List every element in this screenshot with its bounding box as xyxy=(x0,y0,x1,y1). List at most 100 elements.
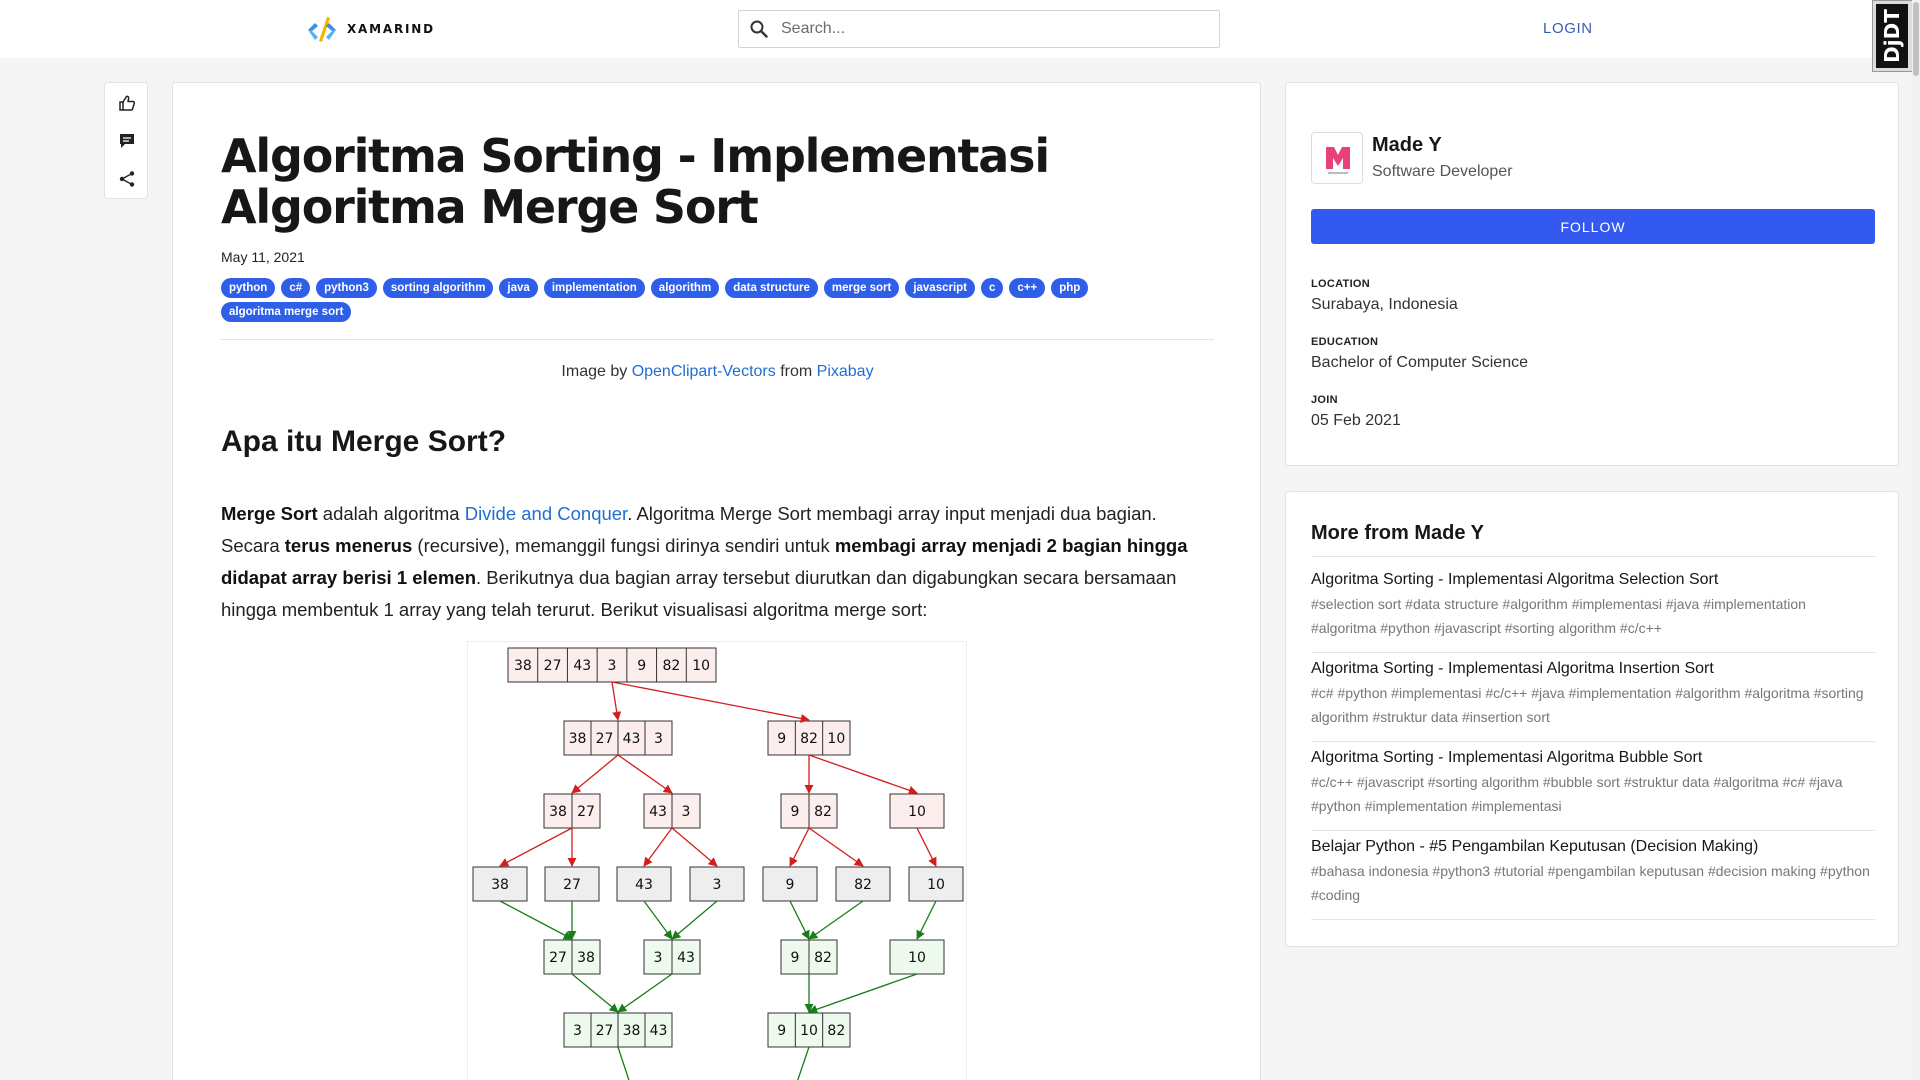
site-logo[interactable]: XAMARIND xyxy=(305,15,435,43)
page-scrollbar[interactable] xyxy=(1912,0,1920,1080)
author-name[interactable]: Made Y xyxy=(1372,134,1442,157)
diagram-array-box: 9 82 10 xyxy=(767,720,851,756)
diagram-cell-value: 38 xyxy=(623,1023,641,1039)
diagram-cell-value: 82 xyxy=(800,731,818,747)
related-post-title[interactable]: Belajar Python - #5 Pengambilan Keputusa… xyxy=(1311,835,1875,859)
tag-chip[interactable]: python3 xyxy=(316,278,377,298)
debug-toolbar-handle[interactable]: DjDT xyxy=(1872,0,1912,72)
tag-chip[interactable]: sorting algorithm xyxy=(382,278,494,298)
diagram-array-box: 38 27 xyxy=(543,793,601,829)
diagram-cell-value: 38 xyxy=(514,658,532,674)
related-post-title[interactable]: Algoritma Sorting - Implementasi Algorit… xyxy=(1311,568,1875,592)
author-profile-card: Made Y Software Developer FOLLOW LOCATIO… xyxy=(1285,82,1899,466)
follow-button[interactable]: FOLLOW xyxy=(1311,209,1875,244)
merge-sort-diagram-svg: 38 27 43 3 9 82 1038 27 43 3 9 82 1038 27 43 3 9 82 1038 27… xyxy=(472,647,964,1080)
related-post-tags: #selection sort #data structure #algorit… xyxy=(1311,596,1806,636)
diagram-array-box: 38 27 43 3 xyxy=(563,720,673,756)
related-post-item[interactable]: Algoritma Sorting - Implementasi Algorit… xyxy=(1311,564,1875,653)
diagram-arrow xyxy=(611,681,622,721)
tag-chip[interactable]: php xyxy=(1051,278,1089,298)
related-post-item[interactable]: Algoritma Sorting - Implementasi Algorit… xyxy=(1311,653,1875,742)
diagram-cell-value: 9 xyxy=(637,658,646,674)
credit-source-link[interactable]: Pixabay xyxy=(817,363,874,380)
article-divider xyxy=(221,339,1214,340)
login-link[interactable]: LOGIN xyxy=(1543,20,1593,37)
diagram-arrow xyxy=(617,1046,630,1080)
diagram-array-box: 9 10 82 xyxy=(767,1012,851,1048)
search-box[interactable] xyxy=(738,10,1220,48)
diagram-array-box: 3 27 38 43 xyxy=(563,1012,673,1048)
diagram-cell-value: 9 xyxy=(791,950,800,966)
more-from-divider xyxy=(1311,556,1875,557)
diagram-arrow xyxy=(808,900,864,940)
tag-chip[interactable]: implementation xyxy=(543,278,645,298)
diagram-cell-value: 3 xyxy=(608,658,617,674)
diagram-arrow xyxy=(611,681,810,723)
tag-chip[interactable]: c# xyxy=(281,278,311,298)
tag-chip[interactable]: python xyxy=(221,278,276,298)
logo-text: XAMARIND xyxy=(347,22,435,36)
diagram-cell-value: 82 xyxy=(854,877,872,893)
diagram-array-box: 10 xyxy=(889,939,945,975)
education-value: Bachelor of Computer Science xyxy=(1311,354,1528,371)
diagram-array-box: 10 xyxy=(908,866,964,902)
article-card: Algoritma Sorting - Implementasi Algorit… xyxy=(172,82,1261,1080)
divide-conquer-link[interactable]: Divide and Conquer xyxy=(465,503,628,524)
diagram-array-box: 9 82 xyxy=(780,793,838,829)
diagram-cell-value: 43 xyxy=(635,877,653,893)
tag-chip[interactable]: c++ xyxy=(1009,278,1046,298)
join-label: JOIN xyxy=(1311,394,1338,406)
share-icon[interactable] xyxy=(117,169,137,189)
diagram-cell-value: 43 xyxy=(677,950,695,966)
debug-toolbar-label-box: DjDT xyxy=(1876,4,1908,68)
search-input[interactable] xyxy=(781,12,1201,46)
related-post-title[interactable]: Algoritma Sorting - Implementasi Algorit… xyxy=(1311,657,1875,681)
tag-chip[interactable]: data structure xyxy=(725,278,818,298)
diagram-cell-value: 38 xyxy=(569,731,587,747)
diagram-cell-value: 43 xyxy=(649,804,667,820)
article-date: May 11, 2021 xyxy=(221,249,305,265)
tag-chip[interactable]: algorithm xyxy=(650,278,720,298)
related-post-tags: #c/c++ #javascript #sorting algorithm #b… xyxy=(1311,774,1843,814)
tag-chip[interactable]: java xyxy=(499,278,538,298)
diagram-array-box: 27 38 xyxy=(543,939,601,975)
para-text-2: adalah algoritma xyxy=(317,503,465,524)
article-tags: python c# python3 sorting algorithm java impl… xyxy=(221,278,1181,322)
diagram-arrow xyxy=(617,754,673,794)
diagram-array-box: 27 xyxy=(544,866,600,902)
diagram-array-box: 3 43 xyxy=(643,939,701,975)
diagram-cell-value: 82 xyxy=(814,804,832,820)
related-post-item[interactable]: Algoritma Sorting - Implementasi Algorit… xyxy=(1311,742,1875,831)
join-value: 05 Feb 2021 xyxy=(1311,412,1401,429)
diagram-arrow xyxy=(671,827,718,867)
diagram-cell-value: 3 xyxy=(682,804,691,820)
related-post-item[interactable]: Belajar Python - #5 Pengambilan Keputusa… xyxy=(1311,831,1875,920)
tag-chip[interactable]: algoritma merge sort xyxy=(221,302,352,322)
tag-chip[interactable]: c xyxy=(981,278,1004,298)
tag-chip[interactable]: merge sort xyxy=(823,278,900,298)
diagram-cell-value: 10 xyxy=(827,731,845,747)
diagram-array-box: 43 xyxy=(616,866,672,902)
like-icon[interactable] xyxy=(117,93,137,113)
para-bold-1: Merge Sort xyxy=(221,503,318,524)
diagram-cell-value: 27 xyxy=(596,1023,614,1039)
para-bold-5: terus menerus xyxy=(284,535,413,556)
comment-icon[interactable] xyxy=(117,131,137,151)
diagram-arrow xyxy=(617,973,673,1013)
related-post-title[interactable]: Algoritma Sorting - Implementasi Algorit… xyxy=(1311,746,1875,770)
diagram-cell-value: 27 xyxy=(577,804,595,820)
diagram-arrow xyxy=(643,900,673,940)
merge-sort-diagram: 38 27 43 3 9 82 10 38 27 43 3 9 82 10 38 27 43 3 9 82 10 38 27… xyxy=(467,641,967,1080)
credit-author-link[interactable]: OpenClipart-Vectors xyxy=(632,363,776,380)
author-avatar[interactable] xyxy=(1311,132,1363,184)
diagram-cell-value: 10 xyxy=(927,877,945,893)
diagram-cell-value: 3 xyxy=(654,731,663,747)
scrollbar-thumb[interactable] xyxy=(1913,2,1919,76)
related-post-tags: #bahasa indonesia #python3 #tutorial #pe… xyxy=(1311,863,1870,903)
location-value: Surabaya, Indonesia xyxy=(1311,296,1458,313)
diagram-arrow xyxy=(571,973,619,1013)
diagram-arrow xyxy=(808,827,864,867)
diagram-cell-value: 27 xyxy=(544,658,562,674)
tag-chip[interactable]: javascript xyxy=(905,278,976,298)
diagram-arrow xyxy=(671,900,718,940)
